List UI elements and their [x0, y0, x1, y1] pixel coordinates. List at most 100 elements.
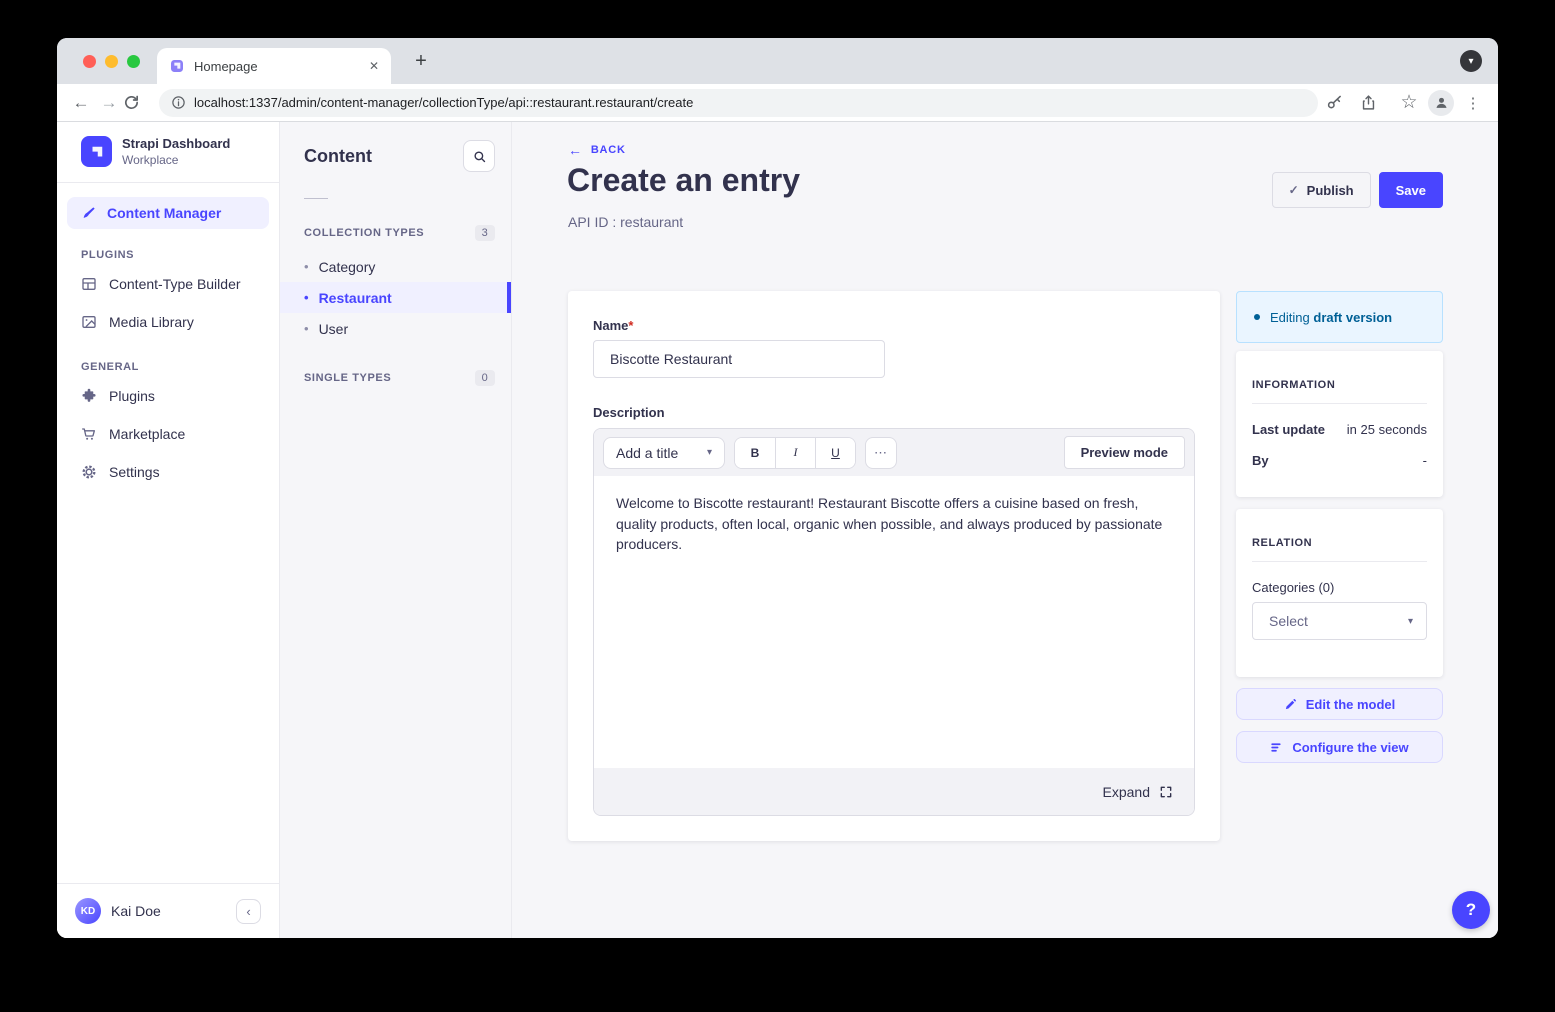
- image-icon: [81, 314, 97, 330]
- site-info-icon[interactable]: [171, 95, 186, 110]
- back-link[interactable]: ← BACK: [568, 142, 626, 158]
- last-update-row: Last update in 25 seconds: [1252, 422, 1427, 437]
- tab-strip: Homepage ✕ + ▾: [57, 38, 1498, 84]
- subnav-item-user[interactable]: • User: [280, 313, 511, 344]
- required-mark: *: [628, 318, 633, 333]
- general-section-label: GENERAL: [57, 341, 279, 377]
- close-window-button[interactable]: [83, 55, 96, 68]
- configure-view-label: Configure the view: [1292, 740, 1408, 755]
- forward-nav-icon[interactable]: →: [95, 93, 123, 113]
- bookmark-star-icon[interactable]: ☆: [1394, 91, 1424, 114]
- information-title: INFORMATION: [1252, 379, 1427, 391]
- last-update-label: Last update: [1252, 422, 1325, 437]
- back-label: BACK: [591, 144, 626, 156]
- main-content: ← BACK Create an entry API ID : restaura…: [512, 122, 1498, 938]
- back-nav-icon[interactable]: ←: [67, 93, 95, 113]
- collection-types-count: 3: [475, 225, 495, 241]
- single-types-header: SINGLE TYPES 0: [280, 344, 511, 396]
- configure-lines-icon: [1270, 741, 1283, 754]
- browser-profile-chevron-icon[interactable]: ▾: [1460, 50, 1482, 72]
- subnav-item-category[interactable]: • Category: [280, 251, 511, 282]
- workspace-subtitle: Workplace: [122, 153, 230, 167]
- collapse-sidebar-button[interactable]: ‹: [236, 899, 261, 924]
- categories-select-placeholder: Select: [1269, 613, 1308, 629]
- description-field-label: Description: [593, 405, 1195, 420]
- browser-tab[interactable]: Homepage ✕: [157, 48, 391, 84]
- reload-icon[interactable]: [123, 94, 151, 111]
- categories-label: Categories (0): [1252, 580, 1427, 595]
- sidebar-item-settings[interactable]: Settings: [57, 453, 279, 491]
- browser-avatar[interactable]: [1428, 90, 1454, 116]
- divider: [57, 182, 279, 183]
- italic-button[interactable]: I: [775, 438, 815, 468]
- publish-button[interactable]: ✓ Publish: [1272, 172, 1371, 208]
- entry-form-card: Name* Description Add a title ▾ B I U: [568, 291, 1220, 841]
- address-bar[interactable]: localhost:1337/admin/content-manager/col…: [159, 89, 1318, 117]
- active-indicator-bar: [507, 282, 511, 313]
- underline-button[interactable]: U: [815, 438, 855, 468]
- caret-down-icon: ▾: [707, 447, 712, 458]
- sidebar-item-content-manager[interactable]: Content Manager: [67, 197, 269, 229]
- sidebar-item-label: Marketplace: [109, 426, 185, 442]
- name-input[interactable]: [593, 340, 885, 378]
- search-button[interactable]: [463, 140, 495, 172]
- expand-icon[interactable]: [1159, 785, 1173, 799]
- collection-types-label: COLLECTION TYPES: [304, 227, 424, 239]
- user-row: KD Kai Doe ‹: [57, 883, 279, 938]
- more-formatting-button[interactable]: ⋯: [865, 437, 897, 469]
- categories-select[interactable]: Select ▾: [1252, 602, 1427, 640]
- description-textarea[interactable]: Welcome to Biscotte restaurant! Restaura…: [594, 476, 1194, 768]
- title-style-select[interactable]: Add a title ▾: [603, 437, 725, 469]
- layout-grid-icon: [81, 276, 97, 292]
- minimize-window-button[interactable]: [105, 55, 118, 68]
- workspace-brand[interactable]: Strapi Dashboard Workplace: [57, 122, 279, 182]
- edit-model-label: Edit the model: [1306, 697, 1396, 712]
- single-types-count: 0: [475, 370, 495, 386]
- back-arrow-icon: ←: [568, 142, 583, 158]
- by-label: By: [1252, 453, 1269, 468]
- subnav-item-label: User: [319, 321, 349, 337]
- caret-down-icon: ▾: [1408, 616, 1413, 627]
- check-icon: ✓: [1289, 183, 1299, 197]
- close-tab-icon[interactable]: ✕: [369, 59, 379, 73]
- new-tab-button[interactable]: +: [409, 50, 433, 74]
- workspace-title: Strapi Dashboard: [122, 136, 230, 152]
- window-controls: [83, 55, 140, 68]
- sidebar-item-media-library[interactable]: Media Library: [57, 303, 279, 341]
- sidebar-item-plugins[interactable]: Plugins: [57, 377, 279, 415]
- by-row: By -: [1252, 453, 1427, 468]
- editor-footer: Expand: [594, 768, 1194, 815]
- password-key-icon[interactable]: [1326, 94, 1356, 111]
- pencil-icon: [1284, 698, 1297, 711]
- strapi-logo-icon: [81, 136, 112, 167]
- draft-dot-icon: [1254, 314, 1260, 320]
- title-style-value: Add a title: [616, 445, 678, 461]
- sidebar-item-content-type-builder[interactable]: Content-Type Builder: [57, 265, 279, 303]
- relation-title: RELATION: [1252, 537, 1427, 549]
- cart-icon: [81, 426, 97, 442]
- by-value: -: [1423, 453, 1427, 468]
- maximize-window-button[interactable]: [127, 55, 140, 68]
- name-field-label: Name*: [593, 318, 1195, 333]
- divider: [1252, 403, 1427, 404]
- tab-title: Homepage: [194, 59, 369, 74]
- divider: [1252, 561, 1427, 562]
- preview-mode-button[interactable]: Preview mode: [1064, 436, 1185, 469]
- sidebar-item-marketplace[interactable]: Marketplace: [57, 415, 279, 453]
- save-button[interactable]: Save: [1379, 172, 1443, 208]
- share-icon[interactable]: [1360, 94, 1390, 111]
- sidebar-item-label: Media Library: [109, 314, 194, 330]
- content-subnav: Content COLLECTION TYPES 3 • Category • …: [280, 122, 512, 938]
- configure-view-button[interactable]: Configure the view: [1236, 731, 1443, 763]
- plugins-section-label: PLUGINS: [57, 229, 279, 265]
- subnav-item-restaurant[interactable]: • Restaurant: [280, 282, 511, 313]
- browser-menu-icon[interactable]: ⋮: [1458, 94, 1488, 112]
- expand-label[interactable]: Expand: [1103, 784, 1150, 800]
- bold-button[interactable]: B: [735, 438, 775, 468]
- help-button[interactable]: ?: [1452, 891, 1490, 929]
- avatar[interactable]: KD: [75, 898, 101, 924]
- edit-model-button[interactable]: Edit the model: [1236, 688, 1443, 720]
- main-sidebar: Strapi Dashboard Workplace Content Manag…: [57, 122, 280, 938]
- sidebar-item-label: Content-Type Builder: [109, 276, 241, 292]
- subnav-title: Content: [304, 146, 372, 167]
